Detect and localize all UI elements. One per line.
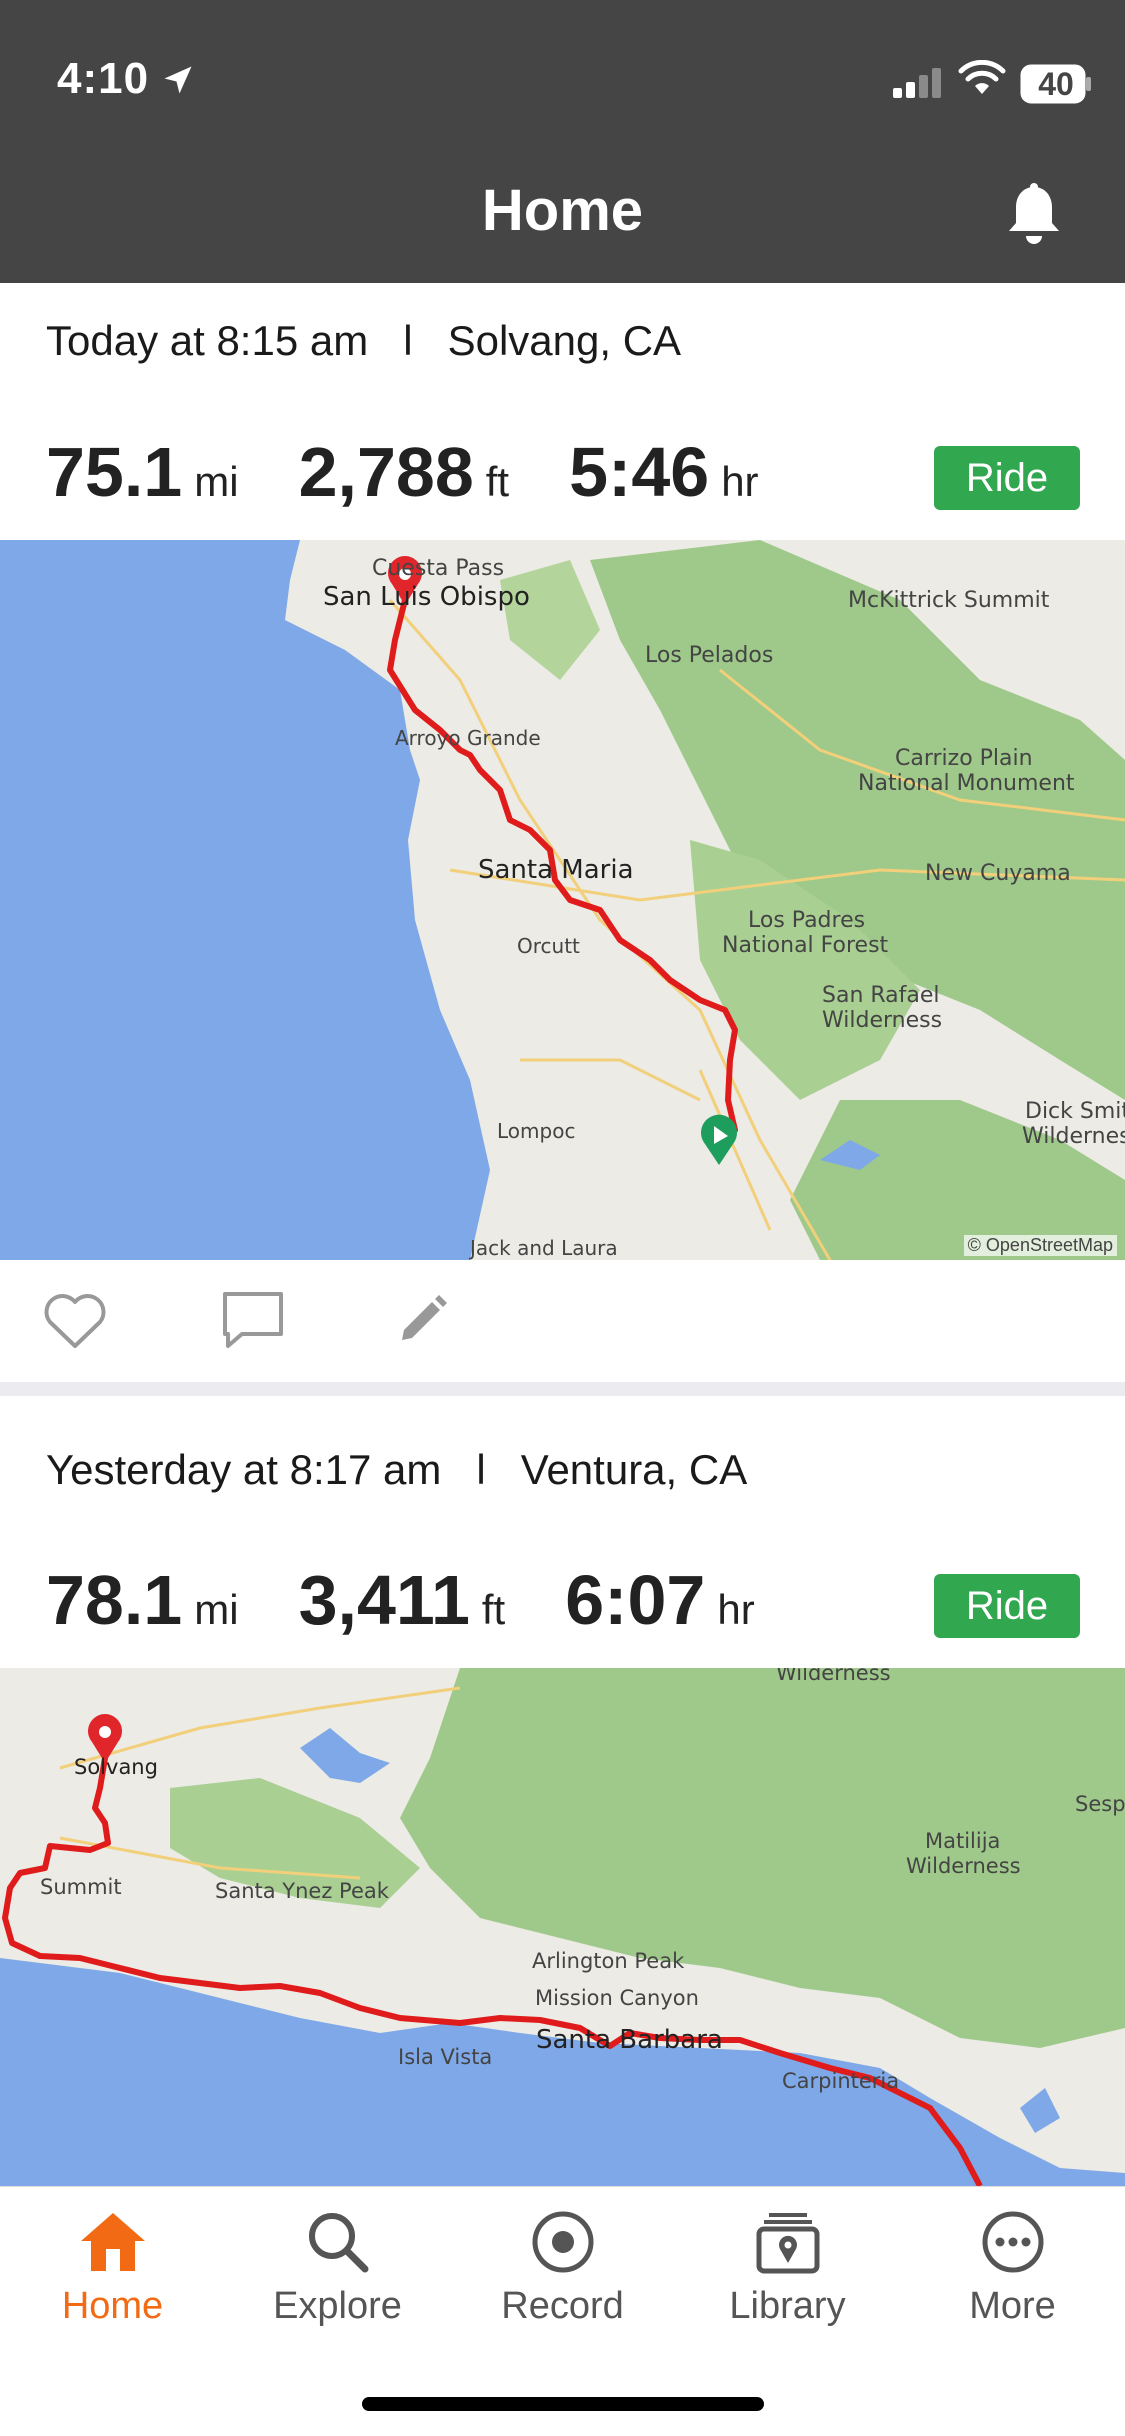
map-label: Dick Smit	[1025, 1099, 1125, 1124]
map-label: Santa Barbara	[536, 2025, 723, 2055]
elevation-value: 2,788	[298, 433, 474, 511]
elevation-value: 3,411	[298, 1561, 470, 1639]
tab-more[interactable]: More	[900, 2209, 1125, 2328]
activity-actions	[0, 1260, 1125, 1380]
map-label: National Monument	[858, 771, 1075, 796]
activity-location: Solvang, CA	[447, 317, 682, 364]
activity-meta: Today at 8:15 am l Solvang, CA	[46, 317, 681, 365]
map-label: Arlington Peak	[532, 1949, 685, 1973]
map-label: Lompoc	[497, 1119, 575, 1143]
tab-label: Library	[729, 2285, 846, 2327]
map-label: Summit	[40, 1875, 122, 1899]
distance-unit: mi	[194, 1586, 239, 1633]
map-label: Santa Maria	[478, 855, 634, 885]
tab-record[interactable]: Record	[450, 2209, 675, 2328]
activity-time: Today at 8:15 am	[46, 317, 369, 364]
more-icon	[982, 2211, 1043, 2273]
activity-location: Ventura, CA	[520, 1446, 748, 1493]
status-time: 4:10	[57, 54, 150, 103]
map-attribution: © OpenStreetMap	[963, 1235, 1117, 1256]
activity-type-badge: Ride	[934, 446, 1080, 510]
activity-stats: 75.1 mi 2,788 ft 5:46 hr	[46, 432, 819, 512]
map-label: Wilderness	[822, 1008, 942, 1033]
tab-label: Explore	[273, 2285, 402, 2327]
battery-level: 40	[1038, 66, 1074, 102]
map-label: San Rafael	[822, 983, 940, 1008]
signal-icon	[893, 68, 941, 98]
like-heart-icon[interactable]	[42, 1290, 108, 1350]
header-bar: 4:10 40 Home	[0, 0, 1125, 283]
map-label: McKittrick Summit	[848, 588, 1050, 613]
map-label: Orcutt	[517, 934, 580, 958]
map-label: Los Padres	[748, 908, 865, 933]
map-label: San Luis Obispo	[323, 582, 530, 612]
map-graphic: Wilderness Solvang Sesp Matilija Wildern…	[0, 1668, 1125, 2186]
elevation-unit: ft	[485, 458, 510, 505]
route-map[interactable]: Wilderness Solvang Sesp Matilija Wildern…	[0, 1668, 1125, 2186]
map-label: Solvang	[74, 1755, 158, 1779]
activity-type-badge: Ride	[934, 1574, 1080, 1638]
tab-explore[interactable]: Explore	[225, 2209, 450, 2328]
map-label: Isla Vista	[398, 2045, 492, 2069]
map-label: Arroyo Grande	[395, 726, 541, 750]
page-title: Home	[481, 178, 644, 243]
tab-label: Home	[61, 2285, 164, 2327]
map-label: Matilija	[925, 1829, 1000, 1853]
home-icon	[80, 2213, 145, 2271]
duration-unit: hr	[721, 458, 759, 505]
tab-home[interactable]: Home	[0, 2209, 225, 2328]
tab-library[interactable]: Library	[675, 2209, 900, 2328]
activity-stats: 78.1 mi 3,411 ft 6:07 hr	[46, 1560, 815, 1640]
map-label: National Forest	[722, 933, 889, 958]
meta-separator: l	[403, 317, 413, 364]
tab-label: More	[969, 2285, 1056, 2327]
elevation-unit: ft	[481, 1586, 506, 1633]
meta-separator: l	[476, 1446, 486, 1493]
activity-time: Yesterday at 8:17 am	[46, 1446, 442, 1493]
map-label: Carpinteria	[782, 2069, 899, 2093]
notifications-bell-icon[interactable]	[1005, 183, 1063, 247]
map-label: Jack and Laura	[468, 1236, 618, 1260]
distance-value: 78.1	[46, 1561, 183, 1639]
map-label: Mission Canyon	[535, 1986, 699, 2010]
wifi-icon	[958, 60, 1006, 94]
map-label: Wildernes	[1022, 1124, 1125, 1149]
map-label: Santa Ynez Peak	[215, 1879, 390, 1903]
map-label: Los Pelados	[645, 643, 773, 668]
home-indicator	[362, 2397, 764, 2411]
map-label: Cuesta Pass	[372, 556, 504, 581]
duration-unit: hr	[717, 1586, 755, 1633]
distance-unit: mi	[194, 458, 239, 505]
tab-label: Record	[501, 2285, 624, 2327]
activity-meta: Yesterday at 8:17 am l Ventura, CA	[46, 1446, 747, 1494]
route-map[interactable]: Cuesta Pass San Luis Obispo McKittrick S…	[0, 540, 1125, 1260]
duration-value: 6:07	[565, 1561, 706, 1639]
map-label: New Cuyama	[925, 861, 1071, 886]
map-label: Wilderness	[776, 1668, 891, 1685]
edit-pencil-icon[interactable]	[396, 1290, 452, 1346]
search-icon	[308, 2213, 368, 2273]
map-label: Wilderness	[906, 1854, 1021, 1878]
comment-icon[interactable]	[220, 1290, 286, 1350]
record-icon	[532, 2211, 593, 2273]
map-label: Sesp	[1075, 1792, 1125, 1816]
duration-value: 5:46	[569, 433, 710, 511]
location-arrow-icon	[164, 66, 192, 94]
library-icon	[756, 2213, 819, 2274]
map-graphic: Cuesta Pass San Luis Obispo McKittrick S…	[0, 540, 1125, 1260]
map-label: Carrizo Plain	[895, 746, 1033, 771]
distance-value: 75.1	[46, 433, 183, 511]
card-divider	[0, 1382, 1125, 1396]
